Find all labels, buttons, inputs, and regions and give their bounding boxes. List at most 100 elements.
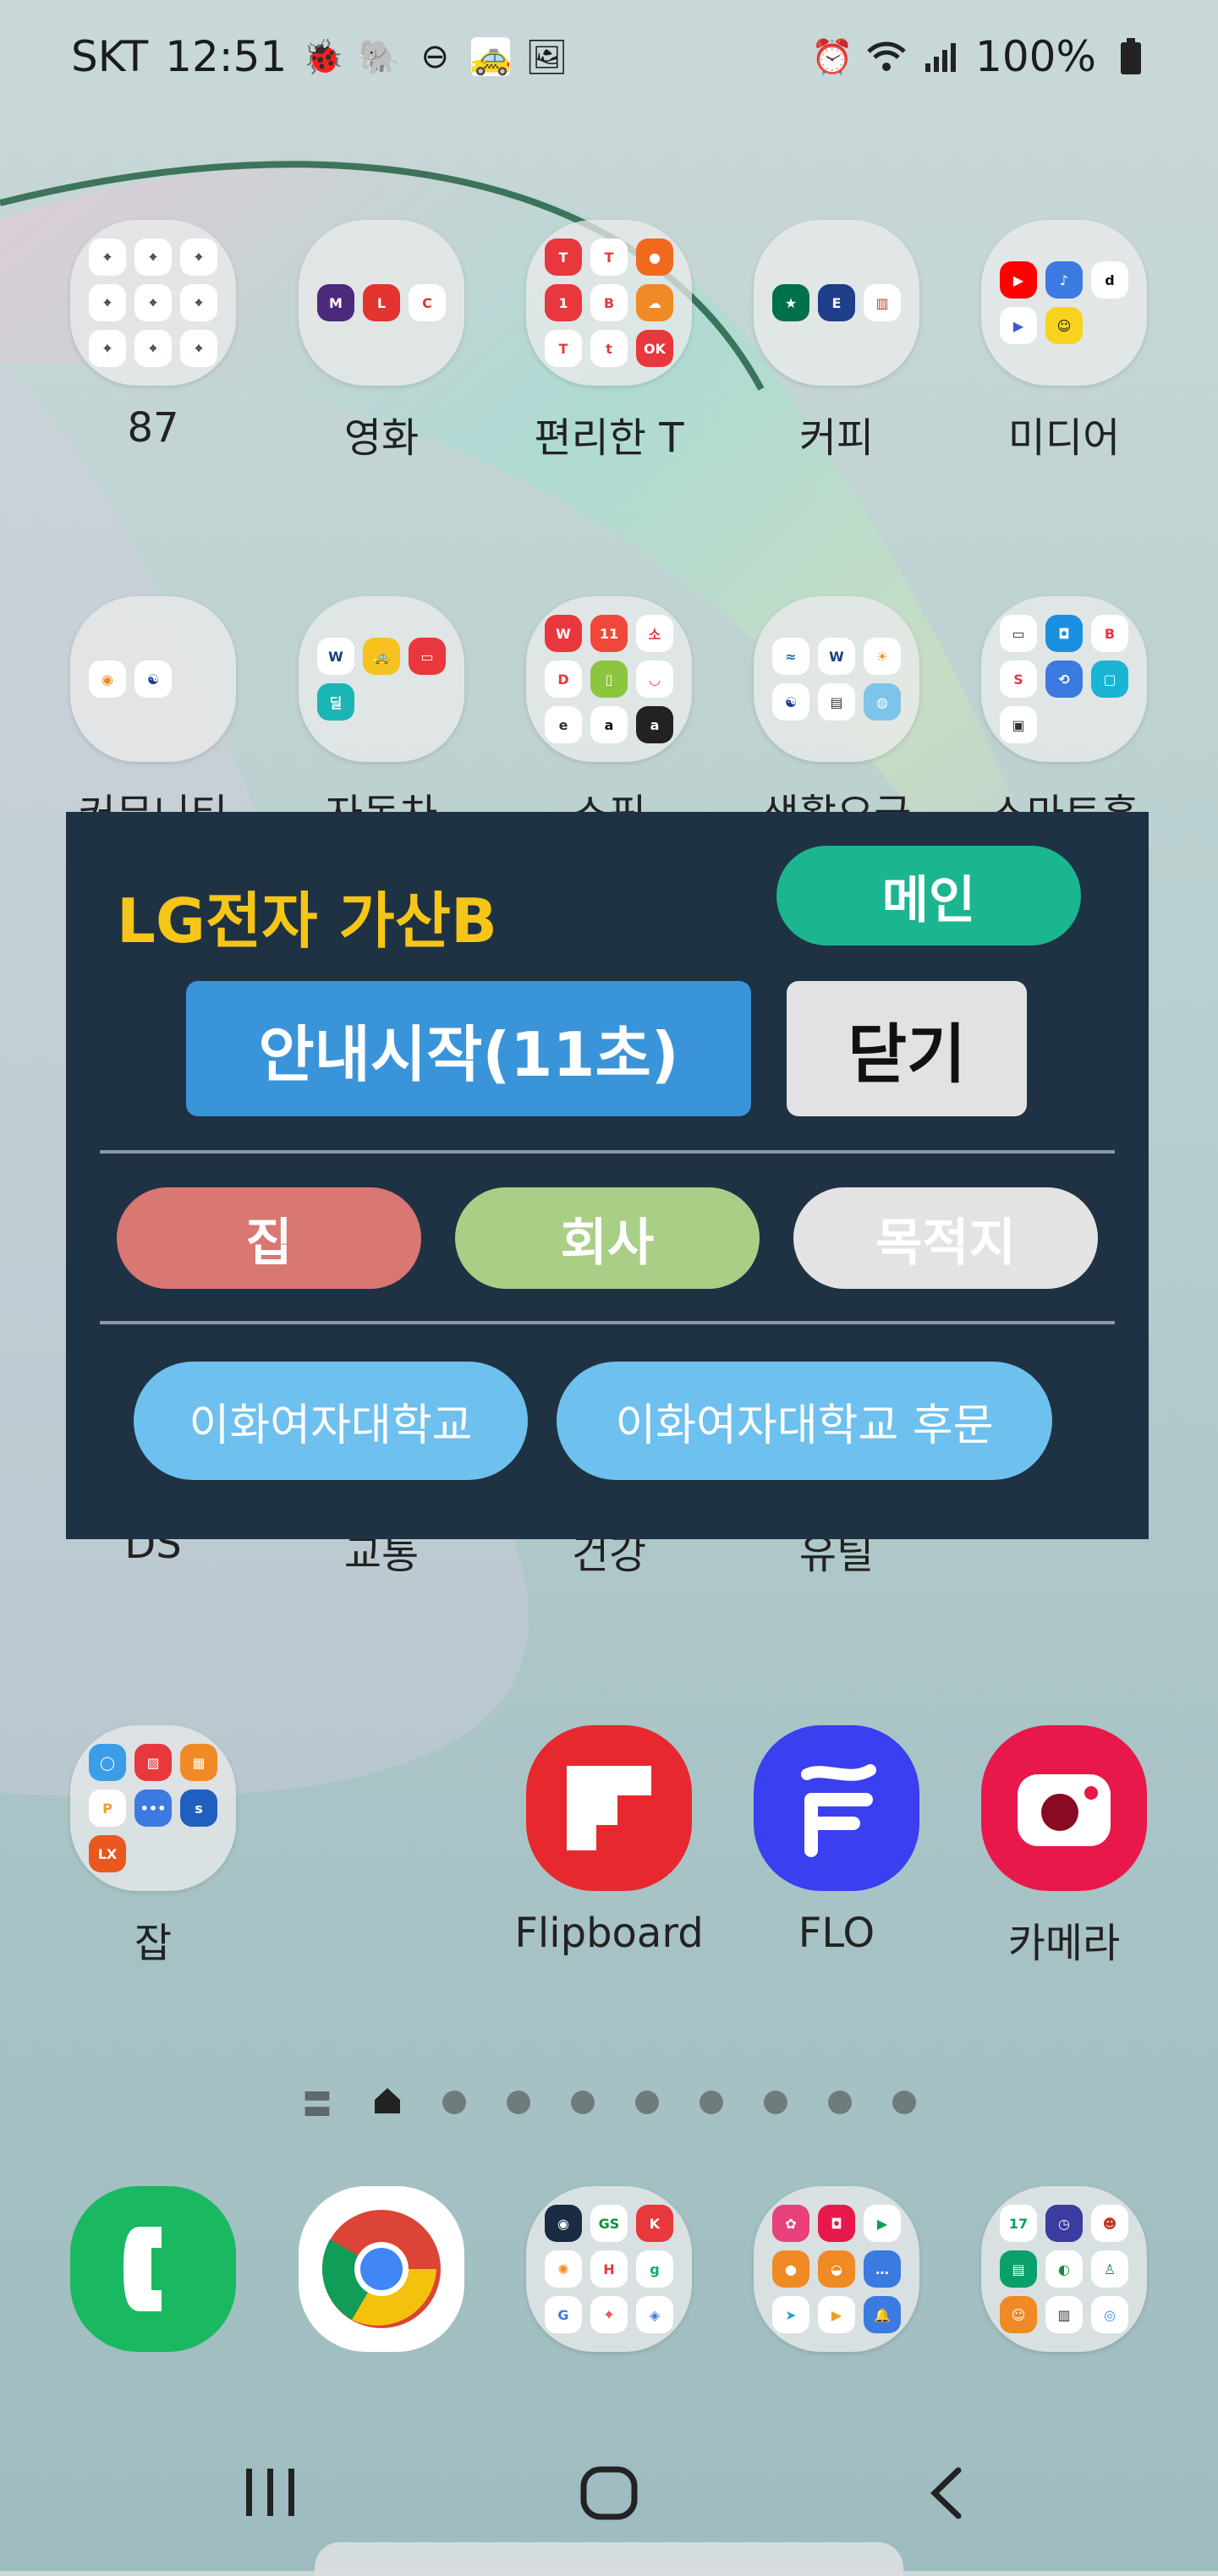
folder-dock-3[interactable]: 17 ◷ ☻ ▤ ◐ ♙ ☺ ▥ ◎	[967, 2186, 1161, 2352]
music-icon: ♪	[1045, 261, 1083, 299]
folder-car[interactable]: W 🚕 ▭ 딜 자동차	[284, 596, 479, 840]
folder-utility-bills[interactable]: ≈ W ☀ ☯ ▤ ◍ 생활요금	[739, 596, 934, 840]
folder-icon: T T ● 1 B ☁ T t OK	[526, 220, 692, 386]
folder-dock-1[interactable]: ◉ GS K ✺ H g G ⌖ ◈	[512, 2186, 706, 2352]
start-guidance-button[interactable]: 안내시작(11초)	[186, 981, 751, 1116]
phone-icon	[70, 2186, 236, 2352]
clock: 12:51	[165, 32, 288, 81]
app-label: 영화	[343, 414, 420, 462]
flipboard-icon	[526, 1725, 692, 1891]
amazon-icon: a	[590, 706, 628, 743]
d-icon: d	[1091, 261, 1128, 299]
volkswagen-icon: W	[317, 638, 354, 675]
status-bar: SKT 12:51 🐞 🐘 ⊖ 🚕 🖼 ⏰ 100%	[0, 0, 1218, 118]
translate-icon: G	[545, 2296, 582, 2333]
page-indicator: 〓	[0, 2080, 1218, 2124]
dnd-icon: ⊖	[420, 37, 450, 76]
elephant-icon: 🐘	[358, 37, 401, 77]
wifi-icon	[867, 37, 906, 76]
folder-media[interactable]: ▶ ♪ d ▶ ☺ 미디어	[967, 220, 1161, 463]
app-label: Flipboard	[514, 1910, 704, 1957]
car-icon: ▭	[409, 638, 446, 675]
page-dot[interactable]	[507, 2091, 530, 2114]
home-page-icon	[373, 2086, 402, 2118]
folder-smarthome[interactable]: ▭ ◘ B S ⟲ ▢ ▣ 스마트홈	[967, 596, 1161, 840]
page-dot[interactable]	[828, 2091, 852, 2114]
water-icon: ≈	[772, 638, 809, 675]
play-icon: ▶	[1000, 307, 1037, 344]
taxi-icon: 🚕	[469, 37, 513, 77]
folder-icon: ◉ GS K ✺ H g G ⌖ ◈	[526, 2186, 692, 2352]
favorite-destination-2[interactable]: 이화여자대학교 후문	[557, 1362, 1052, 1480]
recents-button[interactable]	[241, 2465, 300, 2523]
community-icon: ◉	[89, 660, 126, 698]
page-dot[interactable]	[635, 2091, 659, 2114]
folder-icon: ▶ ♪ d ▶ ☺	[981, 220, 1147, 386]
t-membership-icon: T	[545, 330, 582, 367]
one-store-icon: 1	[545, 284, 582, 321]
smartthings-icon: ⟲	[1045, 660, 1083, 698]
page-dot[interactable]	[892, 2091, 916, 2114]
folder-movie[interactable]: M L C 영화	[284, 220, 479, 463]
close-button[interactable]: 닫기	[787, 981, 1027, 1116]
flo-icon	[754, 1725, 919, 1891]
work-button[interactable]: 회사	[455, 1187, 760, 1289]
folder-convenient-t[interactable]: T T ● 1 B ☁ T t OK 편리한 T	[512, 220, 706, 463]
home-button[interactable]	[579, 2465, 639, 2524]
job-icon: ▦	[180, 1744, 217, 1781]
battery-percent: 100%	[975, 32, 1096, 81]
folder-job[interactable]: ◯ ▨ ▦ P ••• s LX 잡	[56, 1725, 250, 1969]
folder-dock-2[interactable]: ✿ ◘ ▶ ● ◒ … ➤ ▶ 🔔	[739, 2186, 934, 2352]
location-pin-icon: ⌖	[89, 330, 126, 367]
service-icon: ▤	[818, 683, 855, 721]
folder-icon: 17 ◷ ☻ ▤ ◐ ♙ ☺ ▥ ◎	[981, 2186, 1147, 2352]
location-pin-icon: ⌖	[180, 238, 217, 276]
main-button[interactable]: 메인	[776, 846, 1081, 945]
folder-community[interactable]: ◉ ☯ 커뮤니티	[56, 596, 250, 840]
folder-coffee[interactable]: ★ E ▥ 커피	[739, 220, 934, 463]
chrome-small-icon: ◎	[1091, 2296, 1128, 2333]
megabox-icon: M	[317, 284, 354, 321]
starbucks-icon: ★	[772, 284, 809, 321]
favorite-destination-1[interactable]: 이화여자대학교	[134, 1362, 528, 1480]
folder-87[interactable]: ⌖ ⌖ ⌖ ⌖ ⌖ ⌖ ⌖ ⌖ ⌖ 87	[56, 220, 250, 452]
folder-icon: W 11 소 D ▯ ◡ e a a	[526, 596, 692, 762]
app-camera[interactable]: 카메라	[967, 1725, 1161, 1969]
wetax-icon: W	[818, 638, 855, 675]
app-flo[interactable]: FLO	[739, 1725, 934, 1957]
divider	[100, 1321, 1115, 1324]
ediya-icon: E	[818, 284, 855, 321]
app-label: 잡	[134, 1920, 173, 1967]
app-label: 카메라	[1007, 1920, 1121, 1967]
camera-icon: ◘	[818, 2205, 855, 2242]
cgv-icon: C	[409, 284, 446, 321]
page-dot[interactable]	[571, 2091, 595, 2114]
shopping-icon: 소	[636, 615, 673, 652]
calendar-icon: 17	[1000, 2205, 1037, 2242]
person-pin-icon: ♙	[1091, 2250, 1128, 2288]
dots-icon: •••	[134, 1789, 172, 1827]
taxi-icon: 🚕	[363, 638, 400, 675]
page-dot[interactable]	[442, 2091, 466, 2114]
t-world-icon: T	[590, 238, 628, 276]
page-dot[interactable]	[700, 2091, 723, 2114]
folder-shopping[interactable]: W 11 소 D ▯ ◡ e a a 쇼핑	[512, 596, 706, 840]
app-label: 커피	[798, 414, 875, 462]
app-flipboard[interactable]: Flipboard	[512, 1725, 706, 1957]
page-dot[interactable]	[764, 2091, 787, 2114]
message-icon: …	[864, 2250, 901, 2288]
app-phone[interactable]	[56, 2186, 250, 2352]
cloud-icon: ☁	[636, 284, 673, 321]
carrier-label: SKT	[71, 32, 149, 81]
11st-icon: 11	[590, 615, 628, 652]
folder-icon: ≈ W ☀ ☯ ▤ ◍	[754, 596, 919, 762]
location-pin-icon: ⌖	[134, 238, 172, 276]
home-button[interactable]: 집	[117, 1187, 421, 1289]
battery-icon	[1111, 37, 1150, 76]
bell-icon: 🔔	[864, 2296, 901, 2333]
destination-button[interactable]: 목적지	[793, 1187, 1098, 1289]
back-button[interactable]	[926, 2465, 968, 2524]
app-chrome[interactable]	[284, 2186, 479, 2352]
bill-icon: B	[590, 284, 628, 321]
play-store-icon: ▶	[864, 2205, 901, 2242]
